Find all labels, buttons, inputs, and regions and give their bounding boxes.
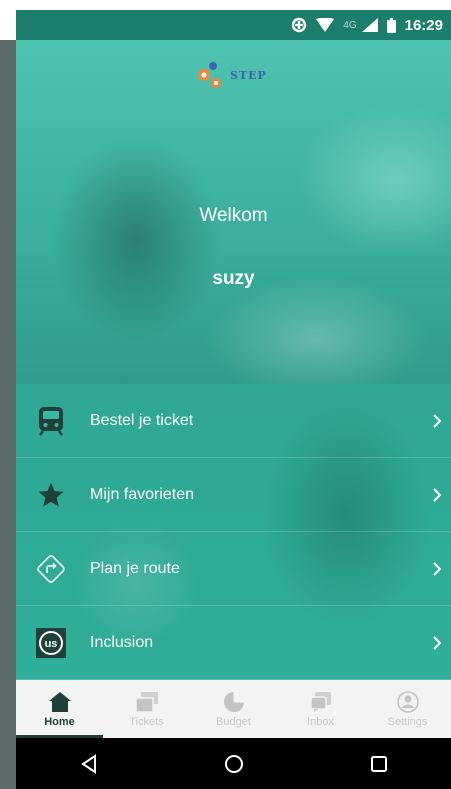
tab-label: Settings [387, 716, 428, 728]
chevron-right-icon [433, 635, 442, 650]
system-nav-bar [16, 738, 451, 789]
back-button[interactable] [69, 744, 109, 784]
tab-label: Budget [216, 716, 251, 728]
tab-label: Tickets [129, 716, 164, 728]
inclusion-us-icon: us [34, 626, 68, 660]
tab-home[interactable]: Home [16, 680, 103, 738]
home-nav-button[interactable] [214, 744, 254, 784]
chevron-right-icon [433, 561, 442, 576]
tab-label: Inbox [307, 716, 334, 728]
menu-item-label: Bestel je ticket [90, 411, 194, 429]
inclusion-badge-text: us [45, 638, 58, 650]
back-triangle-icon [80, 753, 96, 774]
tab-inbox[interactable]: Inbox [277, 680, 364, 738]
username-label: suzy [212, 268, 255, 289]
menu-item-label: Plan je route [90, 559, 180, 577]
route-icon [34, 552, 68, 586]
menu-item-order-ticket[interactable]: Bestel je ticket [16, 384, 451, 458]
settings-user-icon [396, 690, 419, 714]
wifi-icon [316, 18, 335, 32]
recents-button[interactable] [359, 744, 399, 784]
tab-settings[interactable]: Settings [364, 680, 451, 738]
train-icon [34, 404, 68, 438]
status-time: 16:29 [404, 16, 443, 34]
data-saver-icon [291, 17, 307, 33]
inbox-icon [309, 690, 332, 714]
logo-chain-icon [198, 62, 221, 88]
menu-item-plan-route[interactable]: Plan je route [16, 532, 451, 606]
app-screen: 4G 16:29 STEP Welkom suzy Bestel je tick… [16, 0, 451, 789]
signal-icon [361, 18, 378, 32]
tab-label: Home [44, 716, 75, 728]
status-bar-top-pad [16, 0, 451, 10]
bottom-tab-bar: Home Tickets Budget Inbox Settings [16, 680, 451, 738]
home-icon [48, 690, 72, 714]
main-menu: Bestel je ticket Mijn favorieten Plan je… [16, 384, 451, 680]
menu-item-label: Inclusion [90, 633, 154, 651]
home-circle-icon [224, 754, 243, 773]
battery-icon [386, 17, 396, 33]
budget-pie-icon [223, 690, 245, 714]
network-type-label: 4G [343, 19, 357, 31]
menu-item-label: Mijn favorieten [90, 485, 195, 503]
hero-banner: STEP Welkom suzy [16, 40, 451, 384]
welcome-heading: Welkom [199, 205, 268, 226]
star-icon [34, 478, 68, 512]
logo-text: STEP [230, 68, 267, 82]
tab-budget[interactable]: Budget [190, 680, 277, 738]
chevron-right-icon [433, 413, 442, 428]
recents-square-icon [370, 755, 387, 772]
chevron-right-icon [433, 487, 442, 502]
app-logo: STEP [196, 58, 286, 92]
menu-item-inclusion[interactable]: us Inclusion [16, 606, 451, 680]
menu-item-favorites[interactable]: Mijn favorieten [16, 458, 451, 532]
status-bar: 4G 16:29 [16, 0, 451, 40]
tab-tickets[interactable]: Tickets [103, 680, 190, 738]
tickets-icon [134, 690, 159, 714]
